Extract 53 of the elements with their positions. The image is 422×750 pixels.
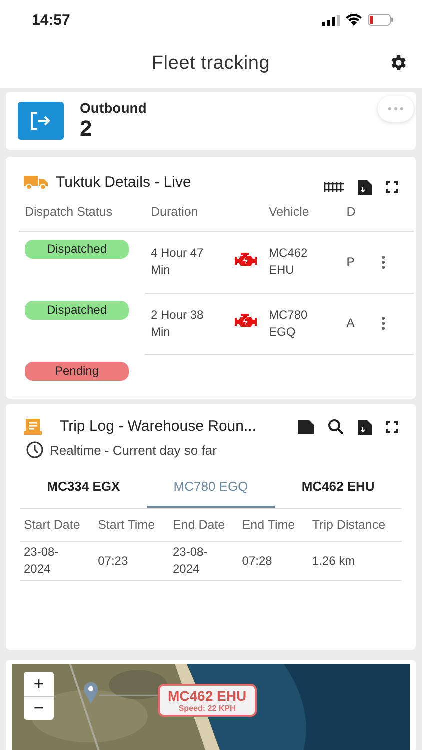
column-header: D <box>346 205 356 219</box>
status-badge: Dispatched <box>25 240 129 259</box>
clock-icon <box>26 441 44 459</box>
signal-icon <box>322 14 340 26</box>
table-cell: 2 Hour 38 Min <box>151 308 204 338</box>
vehicle-tab[interactable]: MC462 EHU <box>274 465 402 508</box>
status-badge: Dispatched <box>25 301 129 320</box>
clock: 14:57 <box>32 12 70 28</box>
column-header: Start Date <box>24 518 80 532</box>
table-cell: MC780 EGQ <box>269 308 308 338</box>
table-cell: 1.26 km <box>312 554 356 568</box>
export-button[interactable] <box>358 418 372 434</box>
card-title: Trip Log - Warehouse Roun... <box>60 418 258 435</box>
outbound-count: 2 <box>80 116 94 142</box>
table-cell: MC462 EHU <box>269 246 308 278</box>
zoom-in-button[interactable]: + <box>24 672 54 696</box>
column-header: Dispatch Status <box>25 205 113 219</box>
ellipsis-icon <box>388 107 404 111</box>
card-subtitle: Realtime - Current day so far <box>50 442 217 458</box>
fullscreen-button[interactable] <box>386 420 398 432</box>
card-title: Tuktuk Details - Live <box>56 174 192 190</box>
location-pin-icon <box>84 682 98 704</box>
wifi-icon <box>346 14 362 26</box>
column-header: Vehicle <box>269 205 310 219</box>
vehicle-speed: Speed: 22 KPH <box>178 704 237 713</box>
battery-icon <box>368 14 394 26</box>
table-cell: P <box>346 254 355 269</box>
table-cell: 4 Hour 47 Min <box>151 246 204 278</box>
export-button[interactable] <box>358 179 372 195</box>
exit-icon <box>18 102 64 140</box>
table-cell: 23-08-2024 <box>172 545 208 576</box>
search-button[interactable] <box>328 418 344 434</box>
column-header: Trip Distance <box>312 518 386 532</box>
outbound-label: Outbound <box>80 100 147 116</box>
table-cell: A <box>346 316 355 330</box>
table-cell: 07:23 <box>98 554 128 568</box>
table-cell: 07:28 <box>242 554 272 568</box>
column-header: Duration <box>151 205 198 219</box>
document-button[interactable] <box>298 420 314 434</box>
column-header: End Date <box>172 518 226 532</box>
fullscreen-button[interactable] <box>386 181 398 193</box>
columns-button[interactable] <box>324 182 344 192</box>
receipt-icon <box>24 418 42 434</box>
page-title: Fleet tracking <box>152 53 270 75</box>
vehicle-tab[interactable]: MC780 EGQ <box>147 465 275 508</box>
table-cell: 23-08-2024 <box>24 545 59 576</box>
vehicle-tab[interactable]: MC334 EGX <box>20 465 148 508</box>
column-header: Start Time <box>98 518 156 532</box>
vehicle-name: MC462 EHU <box>168 688 247 704</box>
zoom-out-button[interactable]: − <box>24 696 54 720</box>
status-badge: Pending <box>25 362 129 381</box>
column-header: End Time <box>242 518 296 532</box>
truck-icon <box>24 174 48 190</box>
